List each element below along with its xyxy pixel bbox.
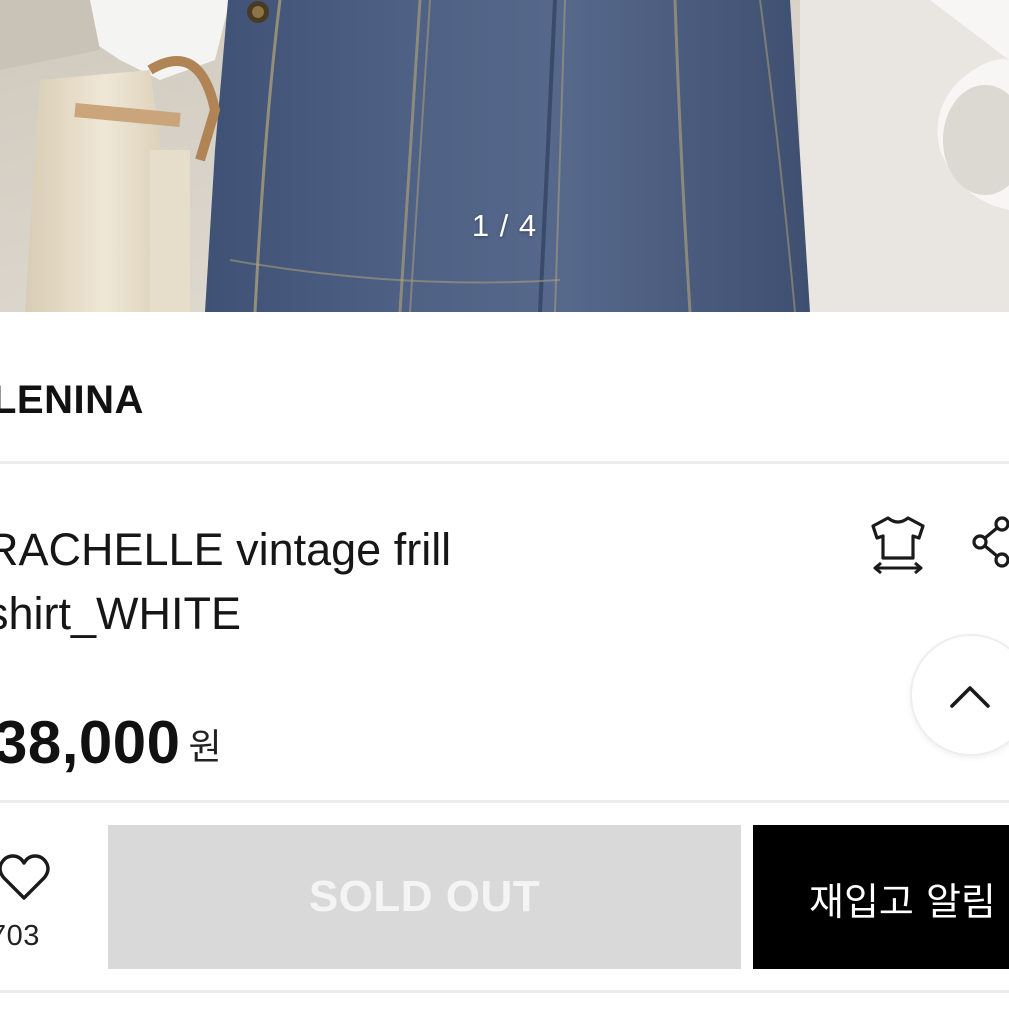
heart-icon	[0, 854, 50, 900]
divider	[0, 990, 1009, 993]
wishlist-button[interactable]	[0, 852, 54, 909]
image-page-indicator: 1 / 4	[471, 208, 538, 243]
sold-out-button[interactable]: SOLD OUT	[108, 825, 741, 969]
price-row: 38,000 원	[0, 708, 222, 777]
product-title: RACHELLE vintage frill shirt_WHITE	[0, 518, 546, 646]
chevron-up-icon	[950, 686, 990, 708]
divider	[0, 461, 1009, 464]
scroll-to-top-button[interactable]	[910, 634, 1009, 756]
currency-label: 원	[188, 726, 222, 767]
product-price: 38,000	[0, 709, 181, 776]
restock-alert-label: 재입고 알림	[809, 880, 996, 924]
tshirt-size-icon	[871, 516, 925, 575]
wishlist-count: 703	[0, 920, 40, 952]
share-icon	[972, 516, 1009, 568]
size-guide-button[interactable]	[868, 514, 928, 581]
divider	[0, 800, 1009, 803]
product-photo	[0, 0, 1009, 312]
product-image-carousel[interactable]: 1 / 4	[0, 0, 1009, 312]
brand-name[interactable]: LENINA	[0, 378, 144, 423]
product-title-line-1: RACHELLE vintage frill	[0, 524, 452, 575]
restock-alert-button[interactable]: 재입고 알림	[753, 825, 1009, 969]
product-title-line-2: shirt_WHITE	[0, 588, 242, 639]
share-button[interactable]	[970, 514, 1009, 575]
